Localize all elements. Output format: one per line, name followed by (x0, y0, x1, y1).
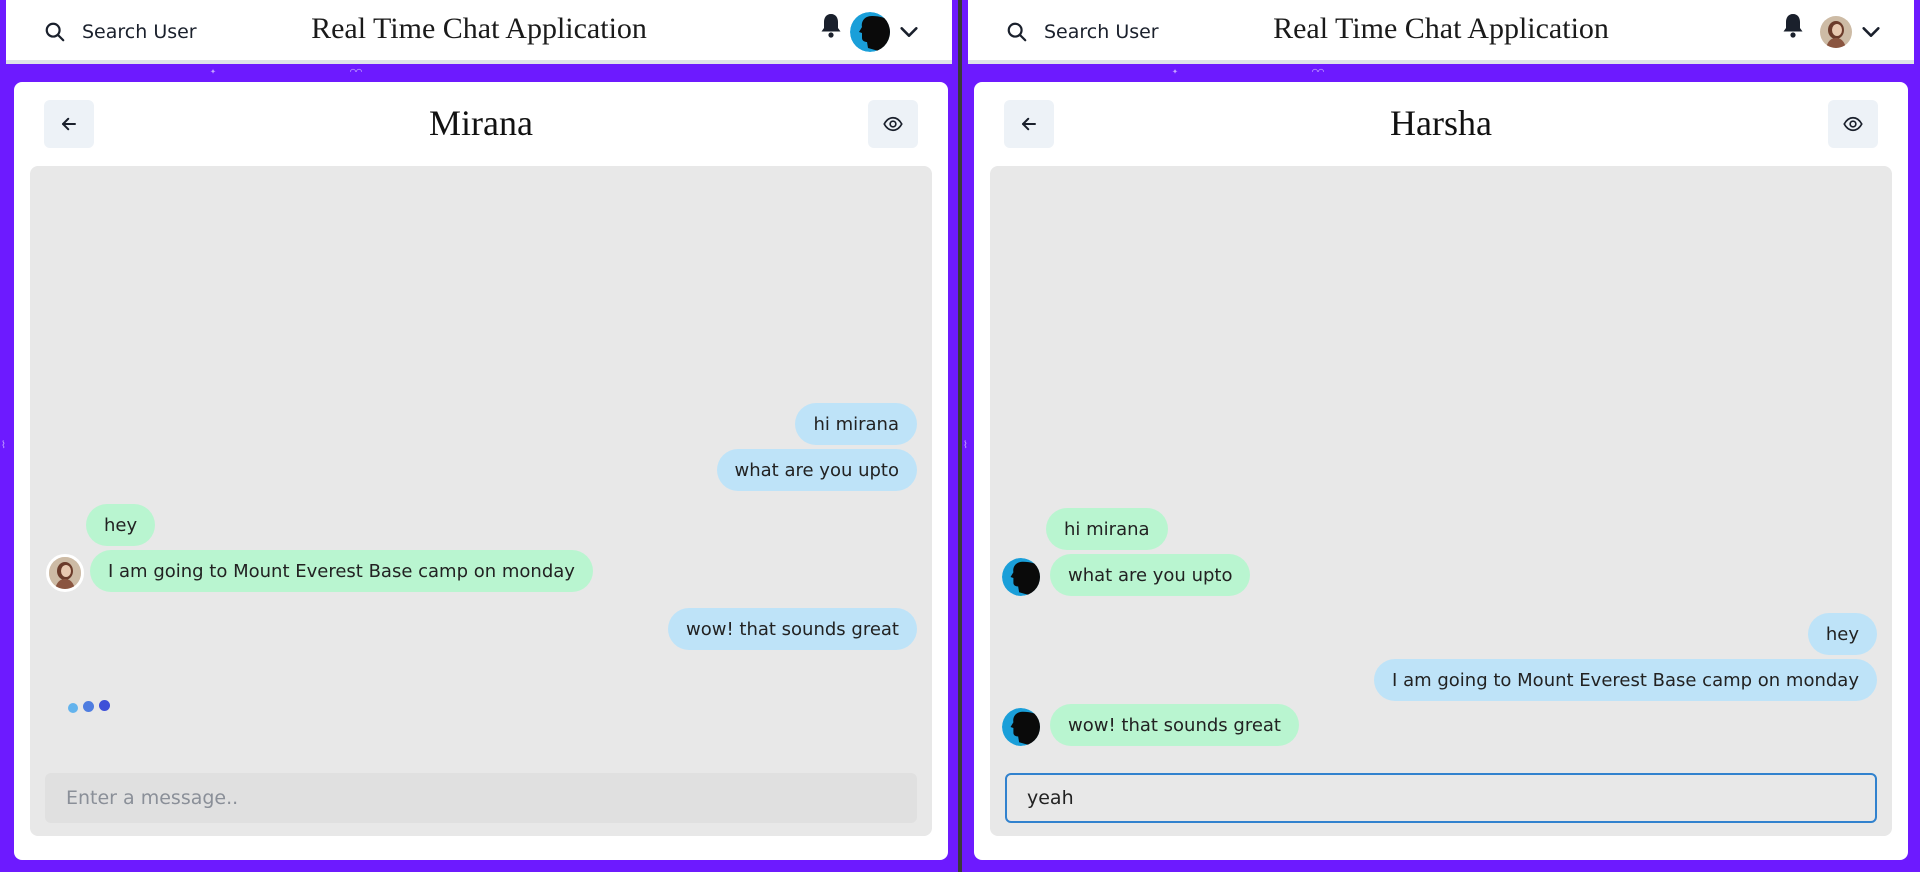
back-button[interactable] (1004, 100, 1054, 148)
sender-avatar (1002, 708, 1040, 746)
profile-avatar (850, 12, 890, 52)
background-pattern: ⌇ (963, 440, 968, 451)
left-browser-window: ✦ ⌒⌒ ⌇ Search User Real Time Chat Applic… (0, 0, 958, 872)
chat-header: Mirana (14, 82, 948, 166)
back-button[interactable] (44, 100, 94, 148)
chevron-down-icon (1862, 27, 1880, 37)
bell-icon (821, 14, 841, 38)
search-user-label: Search User (1044, 21, 1159, 43)
chat-box: Mirana hi mirana what are you upto hey I… (14, 82, 948, 860)
chevron-down-icon (900, 27, 918, 37)
message-area: hi mirana what are you upto hey I am goi… (990, 166, 1892, 836)
chat-box: Harsha hi mirana what are you upto hey I… (974, 82, 1908, 860)
arrow-left-icon (62, 117, 76, 131)
message-bubble-received: hi mirana (1046, 508, 1168, 550)
sender-avatar (1002, 558, 1040, 596)
profile-menu-button[interactable] (1820, 11, 1882, 53)
search-icon (45, 22, 65, 42)
bell-icon (1783, 14, 1803, 38)
arrow-left-icon (1022, 117, 1036, 131)
message-bubble-sent: I am going to Mount Everest Base camp on… (1374, 659, 1877, 701)
background-pattern: ⌒⌒ (350, 66, 363, 77)
message-bubble-received: wow! that sounds great (1050, 704, 1299, 746)
photo-avatar-icon (1820, 16, 1852, 48)
right-browser-window: ✦ ⌒⌒ ⌇ Search User Real Time Chat Applic… (962, 0, 1920, 872)
message-bubble-sent: hey (1807, 613, 1877, 655)
chat-partner-name: Mirana (429, 103, 533, 143)
silhouette-avatar-icon (1002, 708, 1040, 746)
message-bubble-sent: wow! that sounds great (668, 608, 917, 650)
profile-menu-button[interactable] (850, 11, 920, 53)
search-user-button[interactable]: Search User (992, 10, 1173, 54)
search-user-button[interactable]: Search User (30, 10, 211, 54)
message-bubble-received: I am going to Mount Everest Base camp on… (90, 550, 593, 592)
typing-dots-icon (68, 699, 110, 713)
search-icon (1007, 22, 1027, 42)
app-header: Search User Real Time Chat Application (6, 0, 952, 64)
message-input[interactable] (1005, 773, 1877, 823)
message-bubble-received: what are you upto (1050, 554, 1251, 596)
view-profile-button[interactable] (1828, 100, 1878, 148)
notification-button[interactable] (1782, 12, 1804, 40)
background-pattern: ⌒⌒ (1312, 66, 1325, 77)
message-bubble-sent: what are you upto (716, 449, 917, 491)
notification-button[interactable] (820, 12, 842, 40)
eye-icon (1843, 116, 1863, 132)
background-pattern: ✦ (210, 66, 217, 77)
background-pattern: ⌇ (1, 440, 6, 451)
message-list[interactable]: hi mirana what are you upto hey I am goi… (30, 166, 932, 746)
view-profile-button[interactable] (868, 100, 918, 148)
chat-partner-name: Harsha (1390, 103, 1492, 143)
silhouette-avatar-icon (850, 12, 890, 52)
app-header: Search User Real Time Chat Application (968, 0, 1914, 64)
message-bubble-sent: hi mirana (795, 403, 917, 445)
search-user-label: Search User (82, 21, 197, 43)
eye-icon (883, 116, 903, 132)
chat-header: Harsha (974, 82, 1908, 166)
silhouette-avatar-icon (1002, 558, 1040, 596)
message-area: hi mirana what are you upto hey I am goi… (30, 166, 932, 836)
photo-avatar-icon (49, 557, 81, 589)
background-pattern: ✦ (1172, 66, 1179, 77)
message-list[interactable]: hi mirana what are you upto hey I am goi… (990, 166, 1892, 746)
profile-avatar (1820, 16, 1852, 48)
message-bubble-received: hey (86, 504, 156, 546)
message-input[interactable] (45, 773, 917, 823)
sender-avatar (46, 554, 84, 592)
